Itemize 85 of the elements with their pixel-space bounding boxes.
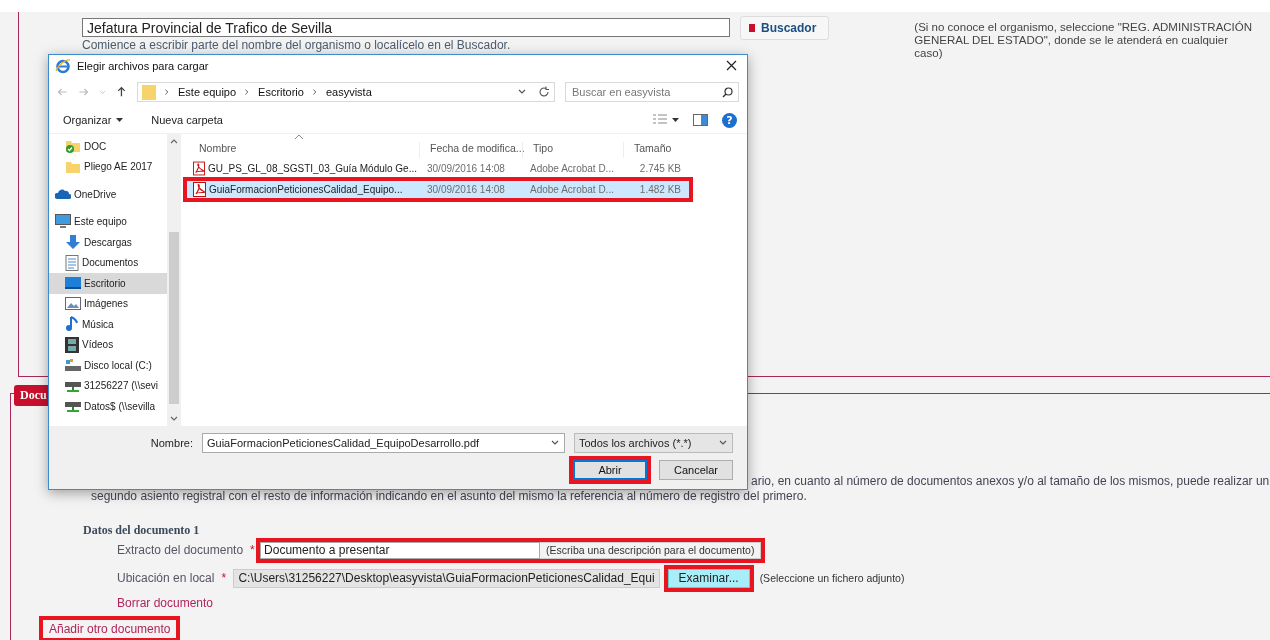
nav-item[interactable]: Escritorio (49, 273, 167, 294)
folder-icon (142, 83, 156, 100)
nav-item[interactable]: Disco local (C:) (49, 355, 167, 376)
column-header[interactable]: Tamaño (623, 142, 691, 158)
file-name: GU_PS_GL_08_SGSTI_03_Guía Módulo Ge... (208, 163, 417, 174)
file-type-dropdown[interactable]: Todos los archivos (*.*) (574, 433, 733, 453)
cloud-icon (55, 188, 71, 201)
help-button[interactable]: ? (722, 112, 737, 128)
drive-icon (65, 358, 81, 373)
nav-item[interactable]: Descargas (49, 232, 167, 253)
nav-item[interactable]: Este equipo (49, 211, 167, 232)
desktop-icon (65, 276, 81, 290)
column-header[interactable]: Nombre (189, 142, 419, 158)
search-button[interactable]: Buscador (740, 16, 830, 40)
required-mark: * (250, 543, 256, 557)
search-field[interactable]: Buscar en easyvista (565, 81, 739, 102)
breadcrumb-item[interactable]: Este equipo (178, 85, 237, 98)
new-folder-button[interactable]: Nueva carpeta (151, 114, 223, 126)
view-options-icon[interactable] (653, 114, 679, 126)
column-header[interactable]: Tipo (522, 142, 623, 158)
nav-item[interactable]: OneDrive (49, 184, 167, 205)
file-size: 2.745 KB (638, 163, 682, 174)
file-type: Adobe Acrobat D... (529, 184, 615, 195)
field-hint: Comience a escribir parte del nombre del organismo o localícelo en el Buscador. (82, 38, 511, 52)
dialog-button[interactable]: Abrir (573, 460, 647, 480)
address-bar[interactable]: Este equipo Escritorio easyvista (137, 81, 555, 102)
nav-item[interactable]: Música (49, 314, 167, 335)
file-name-label: Nombre: (150, 437, 193, 449)
sort-icon (294, 134, 304, 140)
image-icon (65, 297, 81, 311)
monitor-icon (55, 214, 71, 230)
refresh-icon[interactable] (538, 85, 550, 98)
breadcrumb-item[interactable]: Escritorio (258, 85, 304, 98)
preview-pane-icon[interactable] (693, 114, 708, 126)
breadcrumb-item[interactable]: easyvista (325, 85, 372, 98)
search-icon (722, 86, 733, 98)
chevron-right-icon (163, 86, 171, 97)
file-row[interactable]: GU_PS_GL_08_SGSTI_03_Guía Módulo Ge... 30/09/2016 14:08 Adobe Acrobat D... 2.745 KB (187, 160, 689, 177)
nav-item[interactable]: Imágenes (49, 293, 167, 314)
close-icon[interactable] (726, 60, 737, 71)
pdf-file-icon (193, 161, 205, 176)
forward-icon (77, 86, 89, 97)
notice-text: ario, en cuanto al número de documentos anexos y/o al tamaño de los mismos, puede realizar un (751, 474, 1270, 488)
file-row[interactable]: GuiaFormacionPeticionesCalidad_Equipo... 30/09/2016 14:08 Adobe Acrobat D... 1.482 KB (187, 181, 689, 198)
field-label: Ubicación en local (117, 571, 215, 585)
extract-field[interactable]: Documento a presentar (260, 541, 541, 559)
add-document-link[interactable]: Añadir otro documento (49, 622, 171, 636)
field-hint: (Escriba una descripción para el documento) (540, 541, 762, 559)
network-drive-icon (65, 399, 81, 414)
browser-icon (55, 57, 71, 74)
nav-item[interactable]: DOC (49, 136, 167, 157)
organism-field[interactable]: Jefatura Provincial de Trafico de Sevilla (82, 18, 730, 37)
back-icon (57, 86, 68, 97)
music-note-icon (65, 316, 79, 333)
nav-item[interactable]: Documentos (49, 252, 167, 273)
dialog-button[interactable]: Cancelar (659, 460, 733, 480)
help-note: (Si no conoce el organismo, seleccione "REG. ADMINISTRACIÓN GENERAL DEL ESTADO", donde se le atenderá en cualquier caso) (914, 21, 1254, 61)
organize-menu[interactable]: Organizar (63, 114, 124, 126)
browse-button[interactable]: Examinar... (667, 568, 750, 588)
delete-document-link[interactable]: Borrar documento (117, 596, 214, 610)
nav-item[interactable]: Vídeos (49, 334, 167, 355)
chevron-right-icon (310, 86, 319, 97)
field-label: Extracto del documento (117, 543, 244, 557)
file-name: GuiaFormacionPeticionesCalidad_Equipo... (209, 184, 403, 195)
column-header[interactable]: Fecha de modifica... (419, 142, 522, 158)
folder-icon (65, 138, 81, 155)
caret-icon (116, 118, 124, 122)
nav-item[interactable]: Pliego AE 2017 (49, 156, 167, 177)
film-icon (65, 336, 79, 353)
field-hint: (Seleccione un fichero adjunto) (759, 572, 905, 584)
document-title: Datos del documento 1 (83, 523, 200, 538)
file-date: 30/09/2016 14:08 (426, 184, 506, 195)
file-date: 30/09/2016 14:08 (426, 163, 506, 174)
scrollbar[interactable] (167, 134, 181, 426)
file-size: 1.482 KB (638, 184, 682, 195)
notice-text: segundo asiento registral con el resto de información indicando en el asunto del mismo la referencia al número de registro del primero. (91, 489, 807, 503)
document-icon (65, 254, 79, 271)
up-arrow-icon (116, 85, 127, 98)
download-icon (65, 234, 81, 251)
dialog-title: Elegir archivos para cargar (77, 59, 210, 72)
file-type: Adobe Acrobat D... (529, 163, 615, 174)
pdf-file-icon (193, 182, 206, 197)
file-name-field[interactable]: GuiaFormacionPeticionesCalidad_EquipoDesarrollo.pdf (202, 433, 565, 453)
required-mark: * (221, 571, 228, 585)
file-path-field[interactable]: C:\Users\31256227\Desktop\easyvista\GuiaFormacionPeticionesCalidad_Equi (233, 568, 660, 588)
